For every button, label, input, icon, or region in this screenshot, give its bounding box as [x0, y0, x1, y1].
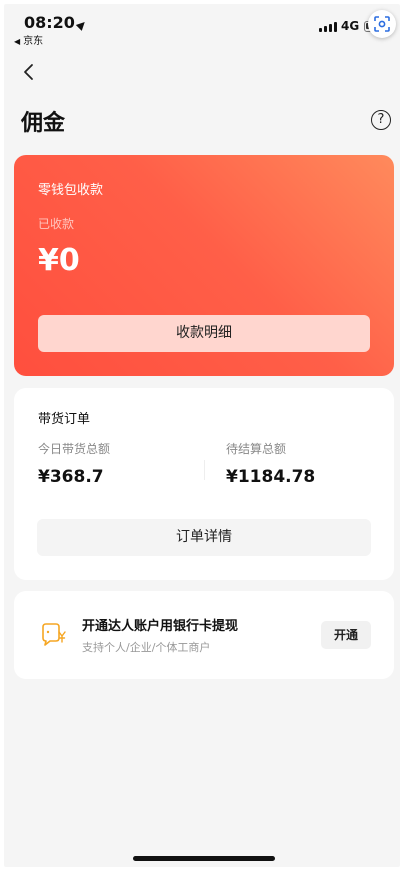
help-icon[interactable]: ?	[371, 110, 391, 130]
orders-card: 带货订单 今日带货总额 ¥368.7 待结算总额 ¥1184.78 订单详情	[14, 388, 394, 580]
home-indicator[interactable]	[133, 856, 275, 861]
received-label: 已收款	[38, 217, 75, 231]
back-button[interactable]	[16, 58, 40, 86]
status-bar: 08:20▲ ◀ 京东 4G	[4, 4, 400, 48]
stat-divider	[204, 460, 205, 480]
status-time: 08:20▲	[24, 13, 90, 33]
back-app-label: 京东	[23, 36, 44, 47]
open-account-button[interactable]: 开通	[321, 621, 371, 649]
orders-title: 带货订单	[38, 412, 91, 427]
wallet-yuan-icon	[42, 623, 66, 646]
location-arrow-icon: ▲	[74, 16, 90, 33]
received-amount: ¥0	[38, 243, 80, 278]
pending-settlement-label: 待结算总额	[226, 442, 287, 456]
chevron-left-icon	[24, 64, 33, 80]
bank-subtitle: 支持个人/企业/个体工商户	[82, 641, 211, 654]
pending-settlement-value: ¥1184.78	[226, 467, 316, 487]
scan-icon	[374, 16, 390, 32]
screen: 08:20▲ ◀ 京东 4G 佣金 ? 零钱包收款 已收款 ¥0 收款明细 带货订…	[4, 4, 400, 867]
back-triangle-icon: ◀	[14, 37, 21, 46]
pending-settlement-stat: 待结算总额 ¥1184.78	[226, 440, 315, 487]
wallet-card: 零钱包收款 已收款 ¥0 收款明细	[14, 155, 394, 376]
order-detail-button[interactable]: 订单详情	[37, 519, 371, 556]
cellular-signal-icon	[319, 22, 337, 32]
scan-button[interactable]	[368, 10, 396, 38]
bank-account-card: 开通达人账户用银行卡提现 支持个人/企业/个体工商户 开通	[14, 591, 394, 679]
page-title: 佣金	[21, 111, 66, 136]
wallet-title: 零钱包收款	[38, 183, 104, 198]
today-sales-label: 今日带货总额	[38, 442, 111, 456]
payment-detail-button[interactable]: 收款明细	[38, 315, 370, 352]
today-sales-stat: 今日带货总额 ¥368.7	[38, 440, 110, 487]
today-sales-value: ¥368.7	[38, 467, 104, 487]
network-type: 4G	[341, 19, 360, 33]
back-to-app-link[interactable]: ◀ 京东	[14, 32, 43, 47]
bank-title: 开通达人账户用银行卡提现	[82, 619, 239, 634]
